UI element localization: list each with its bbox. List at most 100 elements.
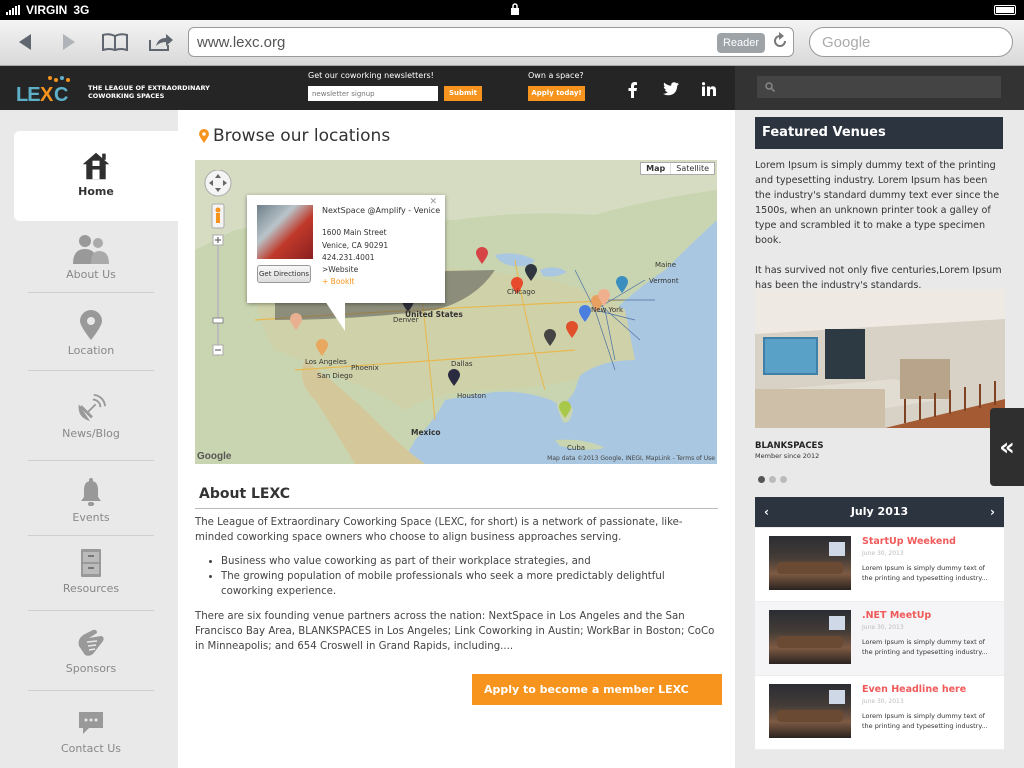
about-paragraph: There are six founding venue partners ac… — [195, 611, 715, 652]
list-item: Business who value coworking as part of … — [221, 554, 691, 569]
newsletter-submit-button[interactable]: Submit — [444, 86, 482, 101]
map-label: Los Angeles — [305, 358, 347, 366]
venue-website-link[interactable]: >Website — [322, 265, 358, 274]
apply-today-button[interactable]: Apply today! — [528, 86, 585, 101]
event-excerpt: Lorem Ipsum is simply dummy text of the … — [862, 638, 988, 656]
featured-venues-text: Lorem Ipsum is simply dummy text of the … — [755, 158, 1003, 293]
forward-icon[interactable] — [54, 28, 84, 56]
map-info-popup: ✕ NextSpace @Amplify - Venice 1600 Main … — [247, 195, 445, 331]
page-title: Browse our locations — [213, 126, 391, 146]
event-title[interactable]: Even Headline here — [862, 684, 966, 695]
sidebar-item-about-us[interactable]: About Us — [28, 234, 154, 281]
event-title[interactable]: .NET MeetUp — [862, 610, 931, 621]
sidebar-item-contact-us[interactable]: Contact Us — [28, 708, 154, 755]
newsletter-label: Get our coworking newsletters! — [308, 71, 434, 80]
map-label: San Diego — [317, 372, 353, 380]
zoom-slider-track[interactable] — [217, 246, 219, 356]
battery-icon — [994, 5, 1016, 15]
svg-text:LE: LE — [16, 84, 40, 104]
right-column: Featured Venues Lorem Ipsum is simply du… — [735, 110, 1024, 768]
event-title[interactable]: StartUp Weekend — [862, 536, 956, 547]
chat-bubble-icon — [79, 712, 103, 734]
sidebar-divider — [28, 535, 154, 536]
map-label: Cuba — [567, 444, 586, 452]
about-divider — [195, 508, 718, 509]
newsletter-input[interactable] — [308, 86, 438, 101]
about-list: Business who value coworking as part of … — [221, 554, 691, 599]
pegman-icon[interactable] — [211, 203, 225, 229]
locations-map[interactable]: United States Mexico Cuba Chicago New Yo… — [195, 160, 717, 464]
sidebar-item-label: Contact Us — [60, 742, 122, 755]
carousel-dots — [758, 476, 787, 483]
venue-photo[interactable] — [755, 289, 1005, 428]
chevron-left-icon[interactable]: ‹ — [764, 497, 769, 527]
site-header: LE X C THE LEAGUE OF EXTRAORDINARY COWOR… — [0, 66, 1024, 110]
featured-paragraph: Lorem Ipsum is simply dummy text of the … — [755, 160, 1000, 246]
venue-name: BLANKSPACES — [755, 441, 824, 451]
map-type-map-button[interactable]: Map — [641, 163, 672, 174]
map-label: Vermont — [649, 277, 679, 285]
sidebar-divider — [28, 690, 154, 691]
site-search-input[interactable] — [757, 76, 1001, 98]
event-item[interactable]: Even Headline here June 30, 2013 Lorem I… — [755, 676, 1004, 750]
sidebar-item-label: Location — [67, 344, 115, 357]
carousel-dot[interactable] — [769, 476, 776, 483]
url-text: www.lexc.org — [197, 34, 286, 51]
carousel-dot[interactable] — [780, 476, 787, 483]
apply-member-button[interactable]: Apply to become a member LEXC space — [472, 674, 722, 727]
linkedin-icon[interactable] — [701, 82, 716, 99]
share-icon[interactable] — [146, 28, 176, 56]
map-type-satellite-button[interactable]: Satellite — [671, 163, 714, 174]
sidebar-divider — [28, 610, 154, 611]
facebook-icon[interactable] — [628, 82, 638, 101]
map-label: Mexico — [411, 428, 441, 437]
zoom-out-button[interactable] — [212, 344, 224, 356]
bookmarks-icon[interactable] — [100, 28, 130, 56]
sidebar-item-location[interactable]: Location — [28, 310, 154, 357]
sidebar-item-home[interactable]: Home — [14, 131, 178, 221]
pan-control[interactable] — [204, 169, 232, 197]
search-field[interactable]: Google — [809, 27, 1013, 57]
back-icon[interactable] — [10, 28, 40, 56]
venue-street: 1600 Main Street — [322, 228, 387, 237]
event-thumbnail — [769, 610, 851, 664]
reader-button[interactable]: Reader — [717, 33, 765, 53]
site-logo[interactable]: LE X C THE LEAGUE OF EXTRAORDINARY COWOR… — [16, 74, 238, 110]
twitter-icon[interactable] — [663, 82, 679, 99]
map-label: Denver — [393, 316, 419, 324]
zoom-slider-thumb[interactable] — [212, 317, 224, 324]
location-pin-icon — [80, 310, 102, 340]
svg-text:C: C — [54, 84, 68, 104]
sidebar-item-news-blog[interactable]: News/Blog — [28, 393, 154, 440]
event-item[interactable]: .NET MeetUp June 30, 2013 Lorem Ipsum is… — [755, 602, 1004, 676]
url-field[interactable]: www.lexc.org Reader — [188, 27, 794, 57]
get-directions-button[interactable]: Get Directions — [257, 265, 311, 283]
collapse-panel-tab[interactable]: « — [990, 408, 1024, 486]
map-type-toggle: Map Satellite — [640, 162, 715, 175]
sidebar-divider — [28, 460, 154, 461]
map-zoom-controls — [203, 169, 233, 374]
map-copyright[interactable]: Map data ©2013 Google, INEGI, MapLink - … — [547, 455, 715, 462]
event-date: June 30, 2013 — [862, 550, 904, 557]
sidebar-item-events[interactable]: Events — [28, 477, 154, 524]
sidebar-item-label: Events — [72, 511, 110, 524]
about-paragraph: The League of Extraordinary Coworking Sp… — [195, 517, 683, 543]
sidebar-divider — [28, 370, 154, 371]
carousel-dot[interactable] — [758, 476, 765, 483]
home-icon — [82, 152, 110, 180]
zoom-in-button[interactable] — [212, 234, 224, 246]
site-search — [735, 66, 1024, 110]
bell-icon — [81, 478, 101, 506]
ios-status-bar: VIRGIN 3G — [0, 0, 1024, 20]
event-excerpt: Lorem Ipsum is simply dummy text of the … — [862, 564, 988, 582]
venue-name: NextSpace @Amplify - Venice — [322, 206, 441, 215]
sidebar-item-label: News/Blog — [62, 427, 120, 440]
chevron-right-icon[interactable]: › — [990, 497, 995, 527]
reload-icon[interactable] — [773, 32, 787, 53]
event-excerpt: Lorem Ipsum is simply dummy text of the … — [862, 712, 988, 730]
sidebar-item-sponsors[interactable]: Sponsors — [28, 628, 154, 675]
event-item[interactable]: StartUp Weekend June 30, 2013 Lorem Ipsu… — [755, 528, 1004, 602]
venue-bookit-link[interactable]: + BookIt — [322, 277, 355, 286]
event-date: June 30, 2013 — [862, 698, 904, 705]
sidebar-item-resources[interactable]: Resources — [28, 548, 154, 595]
